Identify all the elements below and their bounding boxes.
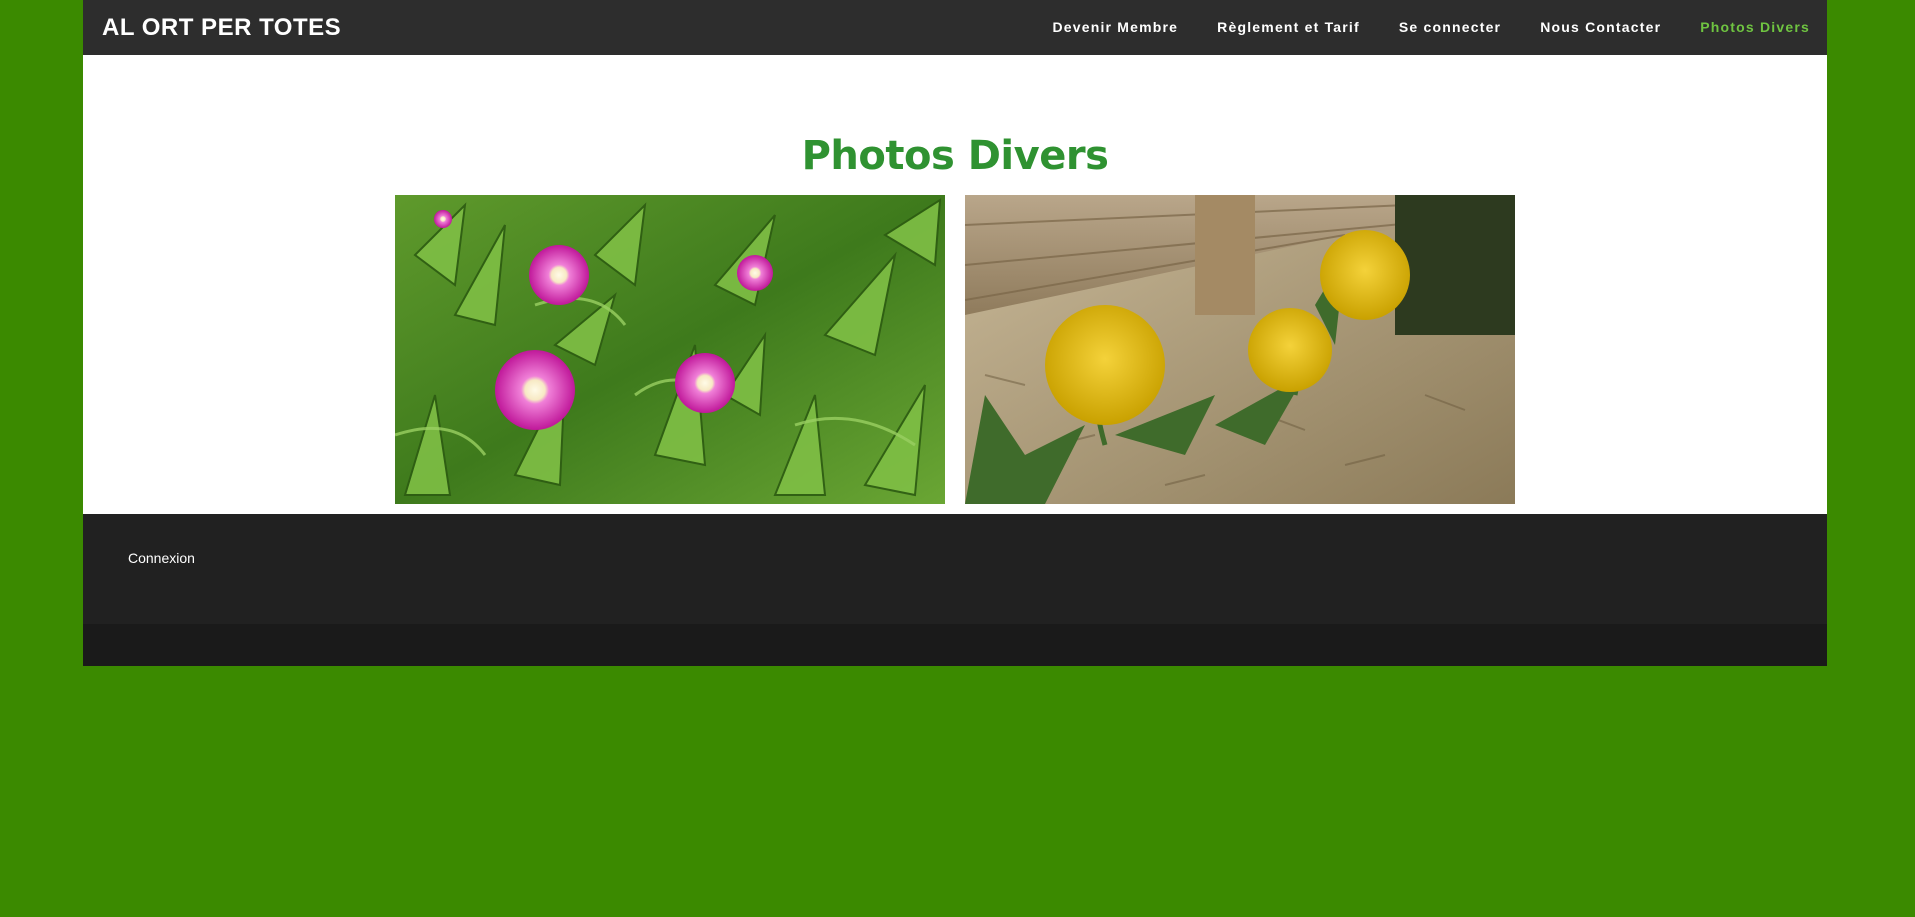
page-container: AL ORT PER TOTES Devenir Membre Règlemen… [83,0,1827,666]
nav-devenir-membre[interactable]: Devenir Membre [1052,0,1178,55]
footer-connexion-link[interactable]: Connexion [128,550,195,566]
photo-yellow-tulips[interactable] [965,195,1515,504]
nav-nous-contacter[interactable]: Nous Contacter [1540,0,1661,55]
main-content: Photos Divers [83,55,1827,514]
page-title: Photos Divers [801,133,1109,179]
nav-se-connecter[interactable]: Se connecter [1399,0,1501,55]
site-brand[interactable]: AL ORT PER TOTES [83,14,341,42]
photo-pink-flowers[interactable] [395,195,945,504]
photo-gallery [395,195,1515,504]
footer: Connexion [83,514,1827,624]
top-navbar: AL ORT PER TOTES Devenir Membre Règlemen… [83,0,1827,55]
nav-reglement-tarif[interactable]: Règlement et Tarif [1217,0,1360,55]
nav-photos-divers[interactable]: Photos Divers [1700,0,1810,55]
main-nav: Devenir Membre Règlement et Tarif Se con… [1013,0,1827,55]
sub-footer [83,624,1827,666]
